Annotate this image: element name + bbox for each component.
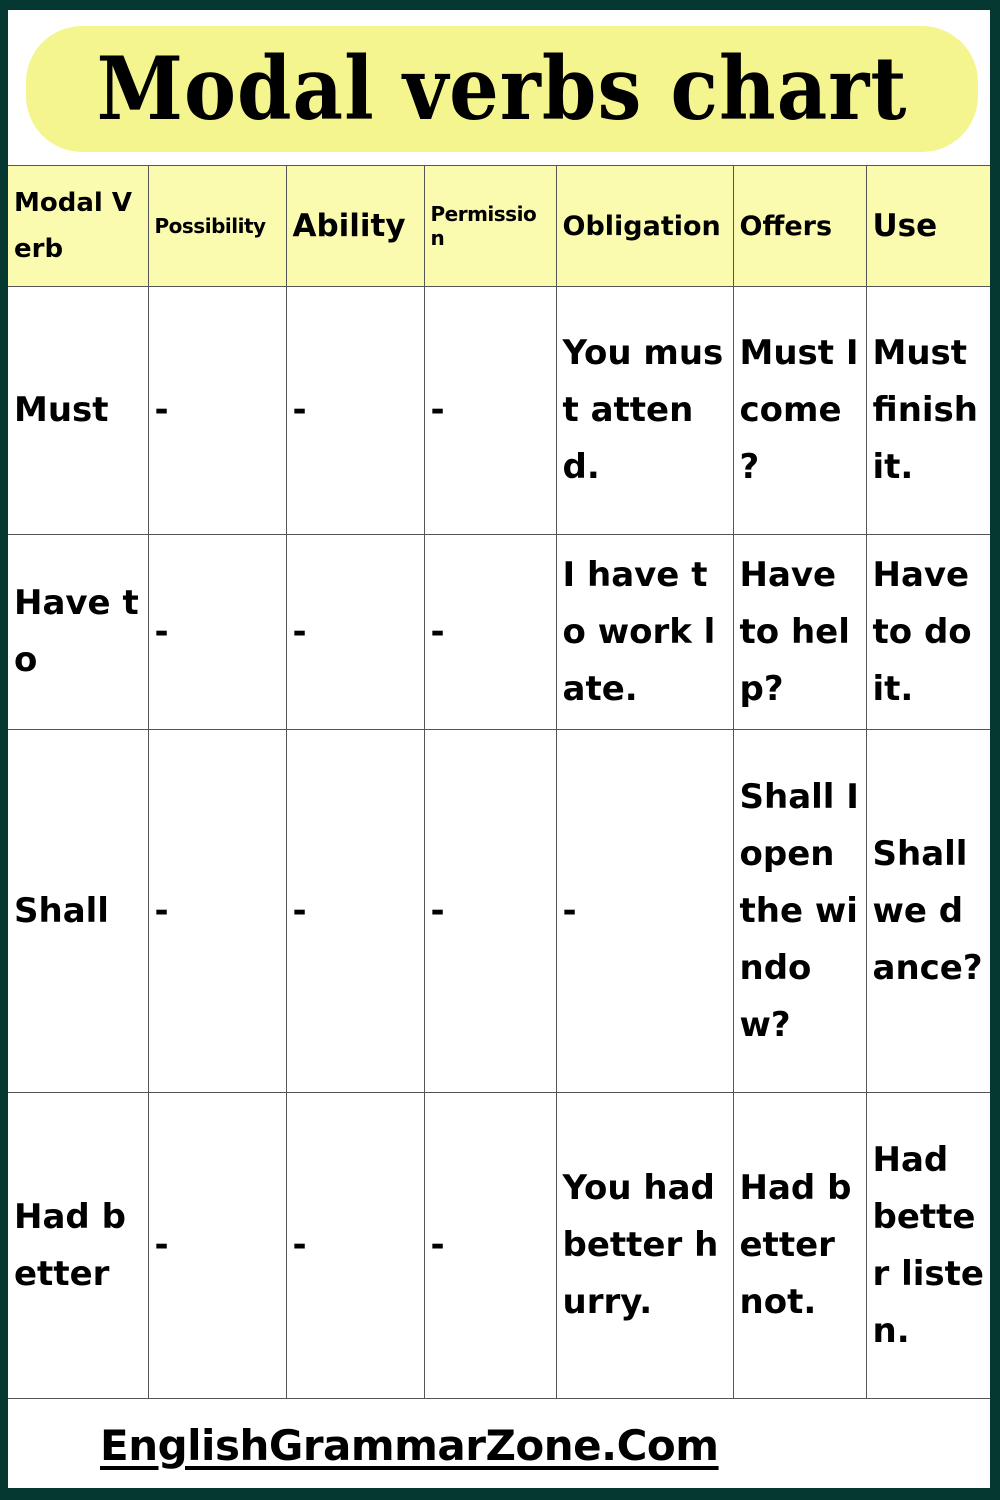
use-cell: Shall we dance? <box>865 729 990 1093</box>
possibility-cell: - <box>147 729 287 1093</box>
table-row: Must - - - You must attend. Must I come … <box>8 286 990 535</box>
obligation-cell: I have to work late. <box>555 534 734 730</box>
column-header-possibility: Possibility <box>147 165 287 287</box>
possibility-cell: - <box>147 534 287 730</box>
possibility-cell: - <box>147 286 287 535</box>
column-header-permission: Permission <box>423 165 557 287</box>
permission-cell: - <box>423 286 557 535</box>
permission-cell: - <box>423 729 557 1093</box>
modal-verb-cell: Had better <box>8 1092 149 1399</box>
offers-cell: Shall I open the window? <box>732 729 867 1093</box>
use-cell: Had better listen. <box>865 1092 990 1399</box>
column-header-ability: Ability <box>285 165 425 287</box>
table-row: Had better - - - You had better hurry. H… <box>8 1092 990 1399</box>
use-cell: Have to do it. <box>865 534 990 730</box>
title-banner: Modal verbs chart <box>26 26 978 152</box>
obligation-cell: You had better hurry. <box>555 1092 734 1399</box>
column-header-use: Use <box>865 165 990 287</box>
obligation-cell: You must attend. <box>555 286 734 535</box>
ability-cell: - <box>285 534 425 730</box>
permission-cell: - <box>423 534 557 730</box>
column-header-offers: Offers <box>732 165 867 287</box>
footer: EnglishGrammarZone.Com <box>8 1402 990 1488</box>
permission-cell: - <box>423 1092 557 1399</box>
obligation-cell: - <box>555 729 734 1093</box>
table-row: Shall - - - - Shall I open the window? S… <box>8 729 990 1093</box>
offers-cell: Must I come ? <box>732 286 867 535</box>
modal-verb-cell: Have to <box>8 534 149 730</box>
ability-cell: - <box>285 286 425 535</box>
header-row: Modal Verb Possibility Ability Permissio… <box>8 165 990 287</box>
chart-sheet: Modal verbs chart Modal Verb Possibility… <box>8 10 990 1488</box>
table-row: Have to - - - I have to work late. Have … <box>8 534 990 730</box>
modal-verb-cell: Must <box>8 286 149 535</box>
ability-cell: - <box>285 1092 425 1399</box>
column-header-obligation: Obligation <box>555 165 734 287</box>
possibility-cell: - <box>147 1092 287 1399</box>
offers-cell: Have to help? <box>732 534 867 730</box>
modal-verb-cell: Shall <box>8 729 149 1093</box>
use-cell: Must finish it. <box>865 286 990 535</box>
column-header-modal-verb: Modal Verb <box>8 165 149 287</box>
modal-verbs-table: Modal Verb Possibility Ability Permissio… <box>8 165 990 1399</box>
offers-cell: Had better not. <box>732 1092 867 1399</box>
site-link[interactable]: EnglishGrammarZone.Com <box>100 1421 719 1470</box>
ability-cell: - <box>285 729 425 1093</box>
page-title: Modal verbs chart <box>96 38 908 140</box>
